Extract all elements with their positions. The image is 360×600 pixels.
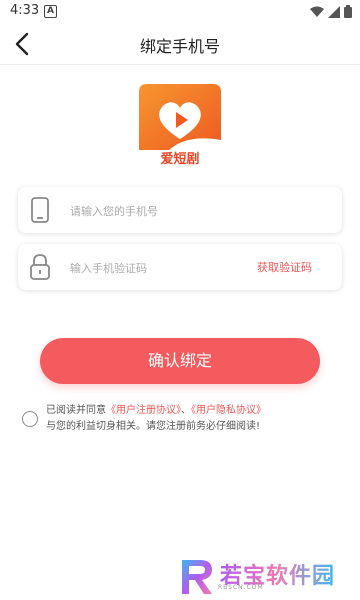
phone-icon (31, 197, 49, 223)
lock-icon (30, 254, 50, 280)
confirm-bind-button[interactable]: 确认绑定 (40, 338, 320, 384)
agreement-text: 已阅读并同意《用户注册协议》、《用户隐私协议》 与您的利益切身相关。请您注册前务… (46, 403, 346, 435)
agreement-separator: 、 (181, 405, 191, 416)
battery-icon (344, 5, 352, 18)
app-logo: 爱短剧 (139, 84, 221, 166)
phone-input[interactable] (68, 187, 332, 235)
logo-caption: 爱短剧 (160, 151, 199, 166)
code-input[interactable] (68, 244, 242, 292)
phone-field[interactable] (18, 187, 342, 235)
code-field[interactable]: 获取验证码 (18, 244, 342, 292)
agree-radio[interactable] (22, 411, 38, 427)
signal-icon (328, 5, 340, 18)
nav-bar: 绑定手机号 (0, 24, 360, 65)
watermark-logo-icon (182, 560, 212, 594)
notification-icon: A (44, 5, 57, 18)
wifi-icon (310, 6, 324, 17)
user-agreement-link[interactable]: 《用户注册协议》 (106, 405, 181, 416)
status-bar: 4:33 A (0, 0, 360, 24)
watermark: 若宝软件园 RBSCN.COM (178, 556, 348, 596)
status-icons (310, 5, 352, 18)
get-code-button[interactable]: 获取验证码 (257, 259, 312, 275)
page-title: 绑定手机号 (139, 37, 220, 56)
agreement-prefix: 已阅读并同意 (46, 405, 106, 416)
watermark-subtext: RBSCN.COM (218, 584, 264, 591)
agreement-suffix: 与您的利益切身相关。请您注册前务必仔细阅读! (46, 421, 261, 432)
privacy-agreement-link[interactable]: 《用户隐私协议》 (191, 405, 266, 416)
status-time: 4:33 (10, 3, 40, 18)
